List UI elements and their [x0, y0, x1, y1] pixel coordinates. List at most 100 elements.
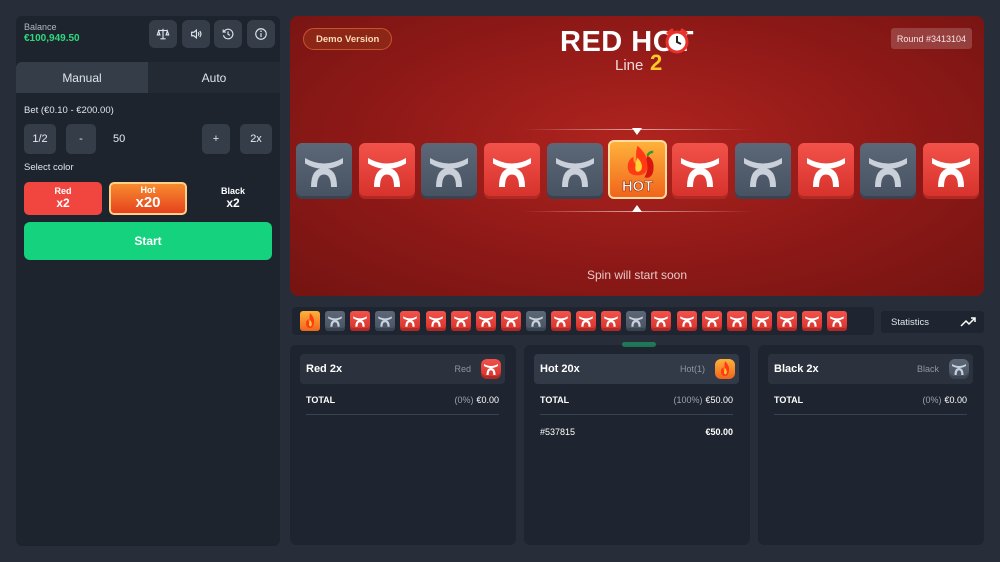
history-tile-red: [802, 311, 822, 331]
total-value: (0%) €0.00: [454, 395, 499, 405]
pointer-down-icon: [632, 128, 642, 135]
black-tile-icon: [949, 359, 969, 379]
color-hot-button[interactable]: Hot x20: [109, 182, 187, 215]
history-tile-gray: [325, 311, 346, 331]
history-tile-gray: [626, 311, 647, 331]
select-color-label: Select color: [24, 162, 74, 173]
bet-player-id: #537815: [540, 427, 576, 437]
bet-control-panel: Balance €100,949.50 Manual Auto Bet (€0.…: [16, 16, 280, 546]
history-tile-red: [350, 311, 371, 331]
history-tile-red: [475, 311, 496, 331]
total-label: TOTAL: [306, 395, 336, 405]
total-value: (100%) €50.00: [673, 395, 733, 405]
demo-version-badge: Demo Version: [303, 28, 393, 50]
increase-bet-button[interactable]: +: [202, 124, 230, 154]
bet-amount: €50.00: [705, 427, 733, 437]
history-tile-hot: [300, 311, 320, 331]
tab-manual[interactable]: Manual: [16, 62, 148, 93]
panel-header: Hot 20x Hot(1): [534, 354, 739, 384]
svg-text:HOT: HOT: [621, 179, 652, 195]
panel-tag: Black: [916, 364, 939, 374]
total-label: TOTAL: [774, 395, 804, 405]
total-amount: €50.00: [705, 395, 733, 405]
reel-tile-gray: [546, 143, 603, 199]
info-icon: [255, 28, 267, 40]
reel-tile-gray: [421, 143, 478, 199]
spin-status: Spin will start soon: [586, 268, 688, 282]
bet-range-label: Bet (€0.10 - €200.00): [24, 105, 114, 116]
total-percent: (100%): [673, 395, 703, 405]
bet-row: #537815 €50.00: [540, 427, 733, 437]
history-tile-gray: [375, 311, 396, 331]
history-tile-red: [500, 311, 521, 331]
reel-tile-hot: HOT: [607, 140, 667, 199]
logo-number: 2: [650, 50, 663, 75]
decrease-bet-button[interactable]: -: [66, 124, 96, 154]
round-number: Round #3413104: [890, 28, 972, 49]
balance-value: €100,949.50: [24, 33, 80, 44]
results-history: [292, 307, 874, 335]
reel-tile-gray: [860, 143, 917, 199]
panel-tag: Red: [454, 364, 471, 374]
color-red-button[interactable]: Red x2: [24, 182, 102, 215]
history-tile-red: [701, 311, 722, 331]
reel-tile-red: [797, 143, 854, 199]
red-tile-icon: [481, 359, 501, 379]
info-button[interactable]: [247, 20, 275, 48]
sound-button[interactable]: [182, 20, 210, 48]
history-tile-gray: [525, 311, 546, 331]
fairness-button[interactable]: [149, 20, 177, 48]
reel-tile-red: [672, 143, 729, 199]
total-percent: (0%): [922, 395, 942, 405]
reel-tile-red: [358, 143, 415, 199]
history-tile-red: [751, 311, 772, 331]
panel-tag: Hot(1): [679, 364, 705, 374]
history-tile-red: [450, 311, 471, 331]
bets-panel-black: Black 2x Black TOTAL (0%) €0.00: [758, 345, 984, 545]
panel-title: Red 2x: [306, 363, 343, 375]
pointer-up-icon: [632, 205, 642, 212]
statistics-button[interactable]: Statistics: [881, 311, 984, 333]
history-tile-red: [676, 311, 697, 331]
history-icon: [222, 28, 234, 40]
total-label: TOTAL: [540, 395, 570, 405]
alarm-clock-icon: [665, 28, 689, 54]
scales-icon: [156, 28, 170, 40]
logo-subtitle: Line: [615, 57, 644, 74]
history-tile-red: [551, 311, 571, 331]
trend-up-icon: [960, 317, 976, 327]
mode-tabs: Manual Auto: [16, 62, 280, 93]
history-tile-red: [400, 311, 421, 331]
total-row: TOTAL (0%) €0.00: [774, 395, 967, 415]
bet-amount-input[interactable]: [113, 124, 203, 154]
statistics-label: Statistics: [891, 316, 930, 328]
history-button[interactable]: [214, 20, 242, 48]
panel-title: Hot 20x: [540, 363, 580, 375]
bets-panel-red: Red 2x Red TOTAL (0%) €0.00: [290, 345, 516, 545]
color-red-multiplier: x2: [56, 195, 70, 210]
bets-panel-hot: Hot 20x Hot(1) TOTAL (100%) €50.00 #53781…: [524, 342, 750, 545]
half-bet-button[interactable]: 1/2: [24, 124, 56, 154]
reel-tile-red: [484, 143, 541, 199]
double-bet-button[interactable]: 2x: [240, 124, 272, 154]
reel-tile-gray: [734, 143, 791, 199]
history-tile-red: [726, 311, 747, 331]
panel-title: Black 2x: [774, 363, 819, 375]
history-tile-red: [576, 311, 597, 331]
history-tile-red: [776, 311, 797, 331]
color-black-button[interactable]: Black x2: [194, 182, 272, 215]
hot-tile-icon: [715, 359, 735, 379]
panel-header: Red 2x Red: [300, 354, 505, 384]
start-button[interactable]: Start: [24, 222, 272, 260]
color-black-multiplier: x2: [226, 195, 240, 210]
history-tile-red: [827, 311, 848, 331]
game-screen: Demo Version Round #3413104 RED HOT Line…: [290, 16, 984, 296]
tab-auto[interactable]: Auto: [148, 62, 280, 93]
reel-tile-red: [923, 143, 979, 199]
sound-icon: [191, 28, 202, 40]
history-tile-red: [425, 311, 446, 331]
total-value: (0%) €0.00: [922, 395, 967, 405]
total-amount: €0.00: [476, 395, 499, 405]
history-tile-red: [651, 311, 672, 331]
history-tile-red: [601, 311, 622, 331]
